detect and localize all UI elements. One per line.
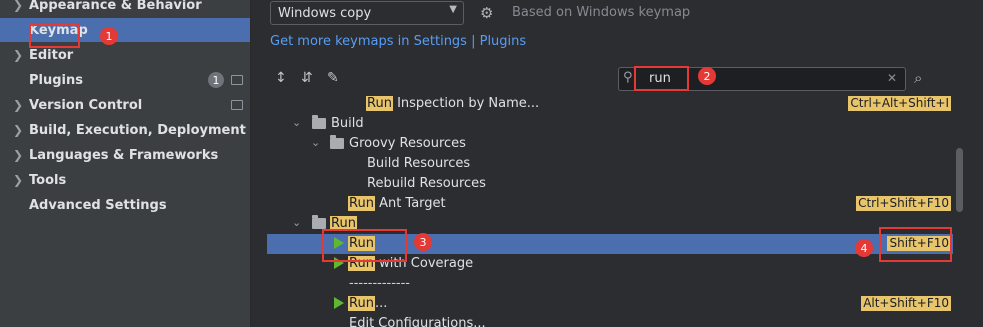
sidebar-item-version-control[interactable]: ❯ Version Control xyxy=(0,93,250,117)
sidebar-item-languages-frameworks[interactable]: ❯ Languages & Frameworks xyxy=(0,143,250,167)
chevron-down-icon: ⌄ xyxy=(292,216,302,229)
find-by-shortcut-icon[interactable]: ⌕ xyxy=(914,69,922,87)
chevron-right-icon: ❯ xyxy=(13,0,24,12)
update-count-badge: 1 xyxy=(208,72,224,88)
folder-icon xyxy=(312,115,326,129)
tree-row-build[interactable]: ⌄ Build xyxy=(267,114,953,134)
tree-row-rebuild-resources[interactable]: Rebuild Resources xyxy=(267,174,953,194)
annotation-box-shortcut xyxy=(879,227,952,262)
sidebar-item-appearance-behavior[interactable]: ❯ Appearance & Behavior xyxy=(0,0,250,17)
tree-row-text: ... xyxy=(374,296,388,311)
chevron-down-icon: ⌄ xyxy=(311,136,321,149)
chevron-right-icon: ❯ xyxy=(13,148,24,162)
clear-search-icon[interactable]: ✕ xyxy=(887,71,897,85)
shortcut-badge: Alt+Shift+F10 xyxy=(861,296,951,311)
project-scope-icon xyxy=(231,75,243,85)
edit-pencil-icon[interactable]: ✎ xyxy=(327,70,339,86)
keymap-actions-tree: Run Inspection by Name... Ctrl+Alt+Shift… xyxy=(267,94,953,327)
annotation-number-2: 2 xyxy=(698,67,716,85)
tree-row-label: Run Ant Target xyxy=(348,196,446,211)
annotation-number-4: 4 xyxy=(855,239,873,257)
separator-text: ------------- xyxy=(349,276,410,291)
sidebar-item-label: Appearance & Behavior xyxy=(29,0,202,13)
annotation-box-run xyxy=(322,229,407,262)
gear-icon[interactable]: ⚙ xyxy=(480,4,493,22)
chevron-right-icon: ❯ xyxy=(13,173,24,187)
tree-row-build-resources[interactable]: Build Resources xyxy=(267,154,953,174)
search-match: Run xyxy=(348,196,375,211)
annotation-number-3: 3 xyxy=(414,233,432,251)
annotation-number-1: 1 xyxy=(100,27,118,45)
sidebar-item-build-execution-deployment[interactable]: ❯ Build, Execution, Deployment xyxy=(0,118,250,142)
keymap-select-value: Windows copy xyxy=(278,5,372,21)
sidebar-item-label: Advanced Settings xyxy=(29,197,167,213)
folder-icon xyxy=(312,215,326,229)
tree-row-run-inspection[interactable]: Run Inspection by Name... Ctrl+Alt+Shift… xyxy=(267,94,953,114)
search-match: Run xyxy=(366,96,393,111)
sidebar-item-advanced-settings[interactable]: Advanced Settings xyxy=(0,193,250,217)
sidebar-item-label: Languages & Frameworks xyxy=(29,147,219,163)
chevron-down-icon: ⌄ xyxy=(292,116,302,129)
sidebar-item-label: Tools xyxy=(29,172,67,188)
tree-row-text: Inspection by Name... xyxy=(392,96,540,111)
tree-row-label: Build Resources xyxy=(367,156,471,171)
tree-row-label: Run Inspection by Name... xyxy=(366,96,539,111)
sidebar-item-label: Plugins xyxy=(29,72,83,88)
chevron-right-icon: ❯ xyxy=(13,98,24,112)
search-match: Run xyxy=(348,296,375,311)
sidebar-item-label: Build, Execution, Deployment xyxy=(29,122,246,138)
based-on-label: Based on Windows keymap xyxy=(512,5,691,20)
expand-all-icon[interactable]: ↕ xyxy=(275,70,287,86)
tree-row-edit-configurations[interactable]: Edit Configurations... xyxy=(267,314,953,327)
tree-row-label: Edit Configurations... xyxy=(349,316,486,327)
chevron-down-icon: ▼ xyxy=(449,4,457,15)
sidebar-item-label: Version Control xyxy=(29,97,143,113)
tree-row-label: Groovy Resources xyxy=(349,136,466,151)
keymap-select[interactable]: Windows copy ▼ xyxy=(270,1,464,25)
sidebar-item-plugins[interactable]: Plugins 1 xyxy=(0,68,250,92)
chevron-right-icon: ❯ xyxy=(13,48,24,62)
sidebar-item-tools[interactable]: ❯ Tools xyxy=(0,168,250,192)
shortcut-badge: Ctrl+Shift+F10 xyxy=(856,196,951,211)
tree-row-groovy-resources[interactable]: ⌄ Groovy Resources xyxy=(267,134,953,154)
sidebar-item-label: Editor xyxy=(29,47,74,63)
tree-row-text: Ant Target xyxy=(374,196,446,211)
run-play-icon xyxy=(334,297,344,309)
annotation-box-keymap xyxy=(29,24,80,48)
project-scope-icon xyxy=(231,100,243,110)
tree-row-run-ant-target[interactable]: Run Ant Target Ctrl+Shift+F10 xyxy=(267,194,953,214)
tree-row-label: Rebuild Resources xyxy=(367,176,486,191)
chevron-right-icon: ❯ xyxy=(13,123,24,137)
collapse-all-icon[interactable]: ⇵ xyxy=(301,70,313,86)
tree-row-separator: ------------- xyxy=(267,274,953,294)
tree-scrollbar[interactable] xyxy=(956,148,963,212)
tree-row-label: Run... xyxy=(348,296,387,311)
shortcut-badge: Ctrl+Alt+Shift+I xyxy=(848,96,951,111)
tree-row-run-ellipsis[interactable]: Run... Alt+Shift+F10 xyxy=(267,294,953,314)
tree-row-label: Build xyxy=(331,116,364,131)
folder-icon xyxy=(330,135,344,149)
get-more-keymaps-link[interactable]: Get more keymaps in Settings | Plugins xyxy=(270,34,526,49)
settings-sidebar: ❯ Appearance & Behavior Keymap ❯ Editor … xyxy=(0,0,250,327)
search-icon: ⚲ xyxy=(623,70,633,85)
annotation-box-search xyxy=(634,66,689,91)
